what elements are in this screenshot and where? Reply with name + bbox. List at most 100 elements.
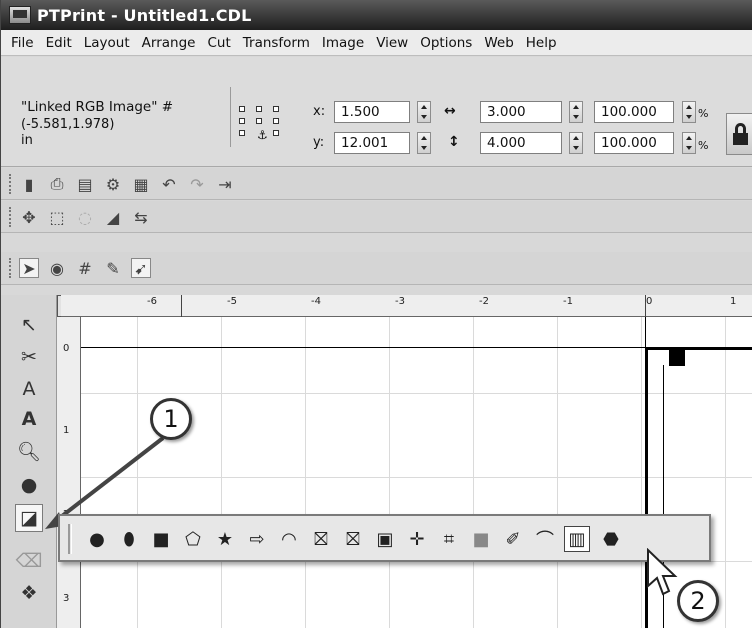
text-tool-icon[interactable]: A <box>15 405 43 433</box>
scale-y-spinner[interactable] <box>682 132 696 154</box>
move-icon[interactable]: ✥ <box>19 207 39 227</box>
ruler-tick <box>645 295 646 317</box>
crosshair-icon[interactable]: ✛ <box>404 526 430 552</box>
anchor-bottom-right[interactable] <box>273 130 279 136</box>
image-icon[interactable]: ▣ <box>372 526 398 552</box>
frame-icon[interactable]: ⌗ <box>436 526 462 552</box>
knife-tool-icon[interactable]: ✂ <box>15 343 43 371</box>
anchor-center[interactable] <box>256 118 262 124</box>
menu-file[interactable]: File <box>5 35 40 51</box>
pointer-tool-icon[interactable]: ↖ <box>15 311 43 339</box>
app-icon <box>9 6 31 24</box>
flip-icon[interactable]: ⇆ <box>131 207 151 227</box>
object-info: "Linked RGB Image" # (-5.581,1.978) in <box>13 87 231 148</box>
menu-web[interactable]: Web <box>478 35 519 51</box>
property-bar: "Linked RGB Image" # (-5.581,1.978) in ⚓… <box>1 57 752 167</box>
page-guide-vertical <box>645 317 646 347</box>
exit-icon[interactable]: ⇥ <box>215 174 235 194</box>
menu-options[interactable]: Options <box>414 35 478 51</box>
scale-y-field[interactable]: 100.000 <box>594 132 674 154</box>
toolbox: ↖ ✂ A A 🔍︎ ● ◪ ⌫ ❖ <box>1 295 57 628</box>
print-icon[interactable]: ⎙ <box>47 174 67 194</box>
star-box-2-icon[interactable]: ⛝ <box>340 526 366 552</box>
ruler-label: 0 <box>63 343 70 354</box>
anchor-point-selector[interactable]: ⚓ <box>239 106 295 146</box>
square-icon[interactable]: ■ <box>148 526 174 552</box>
toolbar-grip[interactable] <box>9 174 12 194</box>
scale-x-spinner[interactable] <box>682 101 696 123</box>
scale-x-field[interactable]: 100.000 <box>594 101 674 123</box>
x-position-field[interactable]: 1.500 <box>334 101 410 123</box>
arc-icon[interactable]: ◠ <box>276 526 302 552</box>
menu-bar: File Edit Layout Arrange Cut Transform I… <box>1 30 752 56</box>
menu-cut[interactable]: Cut <box>201 35 236 51</box>
snap-icon[interactable]: ⬚ <box>47 207 67 227</box>
pentagon-icon[interactable]: ⬠ <box>180 526 206 552</box>
y-spinner[interactable] <box>417 132 431 154</box>
anchor-middle-left[interactable] <box>239 118 245 124</box>
circle-icon[interactable]: ● <box>84 526 110 552</box>
x-spinner[interactable] <box>417 101 431 123</box>
rotate-icon[interactable]: ◌ <box>75 207 95 227</box>
anchor-top-center[interactable] <box>256 106 262 112</box>
width-arrow-icon: ↔ <box>444 103 456 119</box>
gear-icon[interactable]: ⚙ <box>103 174 123 194</box>
height-field[interactable]: 4.000 <box>480 132 562 154</box>
arrow-icon[interactable]: ⇨ <box>244 526 270 552</box>
undo-icon[interactable]: ↶ <box>159 174 179 194</box>
menu-layout[interactable]: Layout <box>78 35 136 51</box>
grid-icon[interactable]: # <box>75 258 95 278</box>
toolbar-grip[interactable] <box>9 207 12 227</box>
envelope-tool-icon[interactable]: ❖ <box>15 579 43 607</box>
node-icon[interactable]: ◉ <box>47 258 67 278</box>
select-fill-icon[interactable]: ➤ <box>19 258 39 278</box>
flyout-grip[interactable] <box>68 524 72 554</box>
paste-special-icon[interactable]: ▮ <box>19 174 39 194</box>
shape-dark-icon[interactable]: ⬣ <box>598 526 624 552</box>
object-unit: in <box>21 133 33 148</box>
menu-image[interactable]: Image <box>316 35 370 51</box>
lock-ratio-button[interactable] <box>726 113 752 155</box>
anchor-top-right[interactable] <box>273 106 279 112</box>
height-spinner[interactable] <box>569 132 583 154</box>
ellipse-icon[interactable]: ⬮ <box>116 526 142 552</box>
menu-help[interactable]: Help <box>520 35 563 51</box>
toolbar-grip[interactable] <box>9 258 12 278</box>
export-icon[interactable]: ▤ <box>75 174 95 194</box>
scale-x-percent: % <box>698 107 709 120</box>
anchor-top-left[interactable] <box>239 106 245 112</box>
menu-transform[interactable]: Transform <box>237 35 316 51</box>
pen-tool-icon[interactable]: A <box>15 375 43 403</box>
transform-toolbar: ✥ ⬚ ◌ ◢ ⇆ <box>1 201 752 233</box>
eraser-tool-icon[interactable]: ⌫ <box>15 547 43 575</box>
redo-icon[interactable]: ↷ <box>187 174 207 194</box>
anchor-bottom-left[interactable] <box>239 130 245 136</box>
barcode-icon[interactable]: ▥ <box>564 526 590 552</box>
ruler-icon[interactable]: ✐ <box>500 526 526 552</box>
shape-combine-tool-icon[interactable]: ● <box>15 471 43 499</box>
menu-arrange[interactable]: Arrange <box>136 35 202 51</box>
star-icon[interactable]: ★ <box>212 526 238 552</box>
fill-tool-icon[interactable]: ◪ <box>15 504 43 532</box>
menu-edit[interactable]: Edit <box>40 35 78 51</box>
document-icon[interactable]: ▦ <box>131 174 151 194</box>
selected-object-handle[interactable] <box>669 350 685 366</box>
menu-view[interactable]: View <box>370 35 414 51</box>
rect-fill-icon[interactable]: ■ <box>468 526 494 552</box>
object-name: "Linked RGB Image" # <box>21 99 174 115</box>
star-box-icon[interactable]: ⛝ <box>308 526 334 552</box>
ruler-label: 1 <box>730 296 737 307</box>
color-pick-icon[interactable]: ✎ <box>103 258 123 278</box>
callout-2: 2 <box>677 580 719 622</box>
skew-icon[interactable]: ◢ <box>103 207 123 227</box>
ruler-label: 0 <box>646 296 653 307</box>
curve-icon[interactable]: ⌒ <box>532 526 558 552</box>
zoom-tool-icon[interactable]: 🔍︎ <box>15 437 43 465</box>
anchor-middle-right[interactable] <box>273 118 279 124</box>
x-label: x: <box>313 104 326 119</box>
ruler-label: -2 <box>479 296 489 307</box>
y-position-field[interactable]: 12.001 <box>334 132 410 154</box>
pointer-fill-icon[interactable]: ➹ <box>131 258 151 278</box>
width-field[interactable]: 3.000 <box>480 101 562 123</box>
width-spinner[interactable] <box>569 101 583 123</box>
